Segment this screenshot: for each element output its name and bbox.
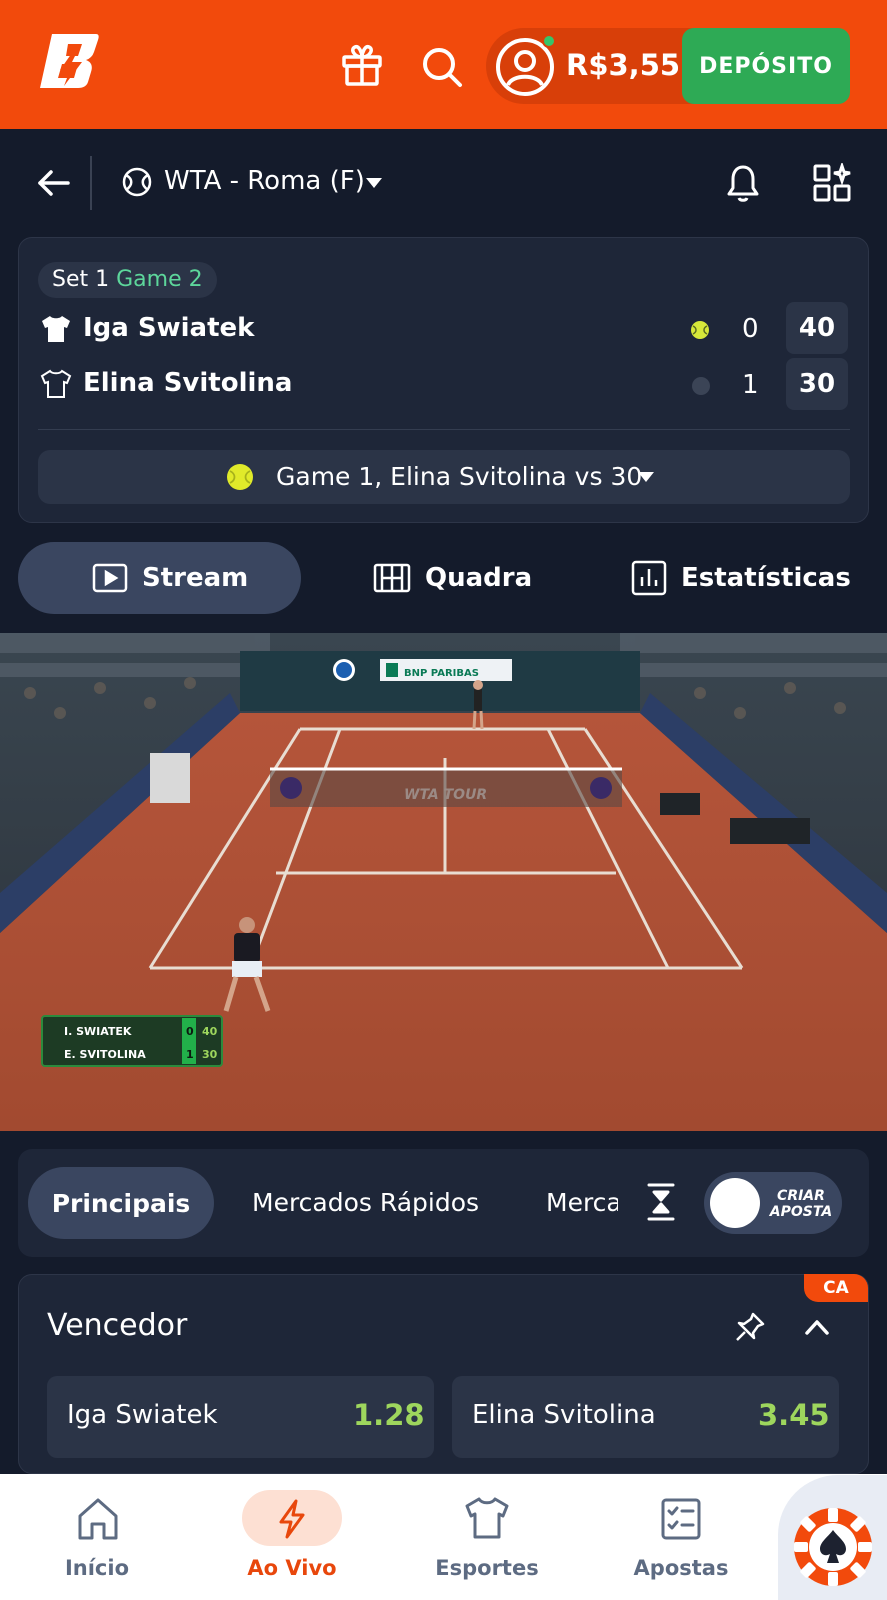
court-icon — [373, 563, 411, 593]
chevron-down-icon[interactable] — [365, 177, 383, 189]
filter-chip-mercados[interactable]: Mercados — [546, 1188, 618, 1217]
odd-name-player-1: Iga Swiatek — [67, 1400, 218, 1430]
svg-text:30: 30 — [202, 1048, 218, 1061]
online-status-dot — [542, 34, 556, 48]
svg-text:1: 1 — [186, 1048, 194, 1061]
svg-text:I. SWIATEK: I. SWIATEK — [64, 1025, 132, 1038]
chevron-down-icon[interactable] — [637, 471, 655, 483]
svg-text:40: 40 — [202, 1025, 218, 1038]
player-2-sets: 1 — [742, 370, 759, 400]
player-1-name: Iga Swiatek — [83, 313, 255, 343]
toggle-label: CRIAR APOSTA — [768, 1188, 834, 1220]
player-1-sets: 0 — [742, 314, 759, 344]
tab-quadra-label: Quadra — [425, 563, 533, 593]
odd-value-player-1: 1.28 — [353, 1398, 425, 1432]
tab-quadra[interactable]: Quadra — [373, 558, 532, 598]
layout-grid-icon[interactable] — [812, 163, 852, 203]
toggle-knob[interactable] — [710, 1178, 760, 1228]
tab-stream-label: Stream — [142, 563, 249, 593]
toggle-label-line1: CRIAR — [777, 1188, 825, 1204]
serving-ball-icon — [691, 321, 709, 339]
set-game-badge: Set 1 Game 2 — [38, 262, 217, 298]
odd-name-player-2: Elina Svitolina — [472, 1400, 656, 1430]
header-divider — [90, 156, 92, 210]
game-label: Game 2 — [116, 267, 203, 292]
svg-text:BNP PARIBAS: BNP PARIBAS — [404, 668, 479, 679]
filter-chip-mercados-rapidos[interactable]: Mercados Rápidos — [252, 1188, 479, 1217]
tennis-ball-icon — [227, 464, 253, 490]
player-2-points: 30 — [786, 358, 848, 410]
nav-esportes-label[interactable]: Esportes — [412, 1556, 562, 1580]
ca-badge: CA — [804, 1274, 868, 1302]
set-label: Set 1 — [52, 267, 110, 292]
nav-inicio-label[interactable]: Início — [22, 1556, 172, 1580]
pin-icon[interactable] — [734, 1311, 766, 1343]
collapse-all-icon[interactable] — [646, 1182, 676, 1222]
jersey-icon[interactable] — [464, 1496, 510, 1540]
tennis-ball-icon — [122, 167, 152, 197]
poker-chip-icon[interactable] — [792, 1506, 874, 1588]
last-point-text: Game 1, Elina Svitolina vs 30 — [276, 462, 643, 491]
nav-ao-vivo-label[interactable]: Ao Vivo — [217, 1556, 367, 1580]
live-video-stream[interactable]: BNP PARIBAS WTA TOUR I. SWIATEK E. SVITO… — [0, 633, 887, 1131]
gift-icon[interactable] — [340, 43, 384, 87]
player-shirt-icon-filled — [42, 316, 70, 342]
player-shirt-icon-outline — [40, 369, 72, 398]
lightning-icon[interactable] — [276, 1498, 308, 1540]
betslip-icon[interactable] — [659, 1496, 703, 1542]
brand-logo-icon[interactable] — [38, 30, 102, 92]
search-icon[interactable] — [420, 45, 464, 89]
event-title[interactable]: WTA - Roma (F) — [164, 166, 365, 196]
back-arrow-icon[interactable] — [36, 165, 72, 201]
scorecard-divider — [38, 429, 850, 430]
nav-apostas-label[interactable]: Apostas — [606, 1556, 756, 1580]
svg-text:E. SVITOLINA: E. SVITOLINA — [64, 1048, 146, 1061]
chevron-up-icon[interactable] — [804, 1318, 830, 1336]
home-icon[interactable] — [76, 1496, 120, 1542]
player-2-name: Elina Svitolina — [83, 368, 293, 398]
filter-chip-mercados-clip[interactable]: Mercados — [546, 1180, 618, 1220]
tab-estatisticas[interactable]: Estatísticas — [631, 558, 851, 598]
market-title: Vencedor — [47, 1308, 188, 1343]
not-serving-dot — [692, 377, 710, 395]
stats-icon — [631, 560, 667, 596]
odd-value-player-2: 3.45 — [758, 1398, 830, 1432]
balance-amount[interactable]: R$3,55 — [566, 48, 680, 82]
tab-estatisticas-label: Estatísticas — [681, 563, 851, 593]
bottom-navigation — [0, 1474, 887, 1600]
play-icon — [92, 563, 128, 593]
filter-chip-principais[interactable]: Principais — [28, 1167, 214, 1239]
deposit-button[interactable]: DEPÓSITO — [682, 28, 850, 104]
player-1-points: 40 — [786, 302, 848, 354]
svg-text:WTA TOUR: WTA TOUR — [404, 787, 487, 803]
tab-stream[interactable]: Stream — [92, 558, 248, 598]
svg-text:0: 0 — [186, 1025, 194, 1038]
toggle-label-line2: APOSTA — [769, 1204, 833, 1220]
bell-icon[interactable] — [726, 163, 760, 203]
